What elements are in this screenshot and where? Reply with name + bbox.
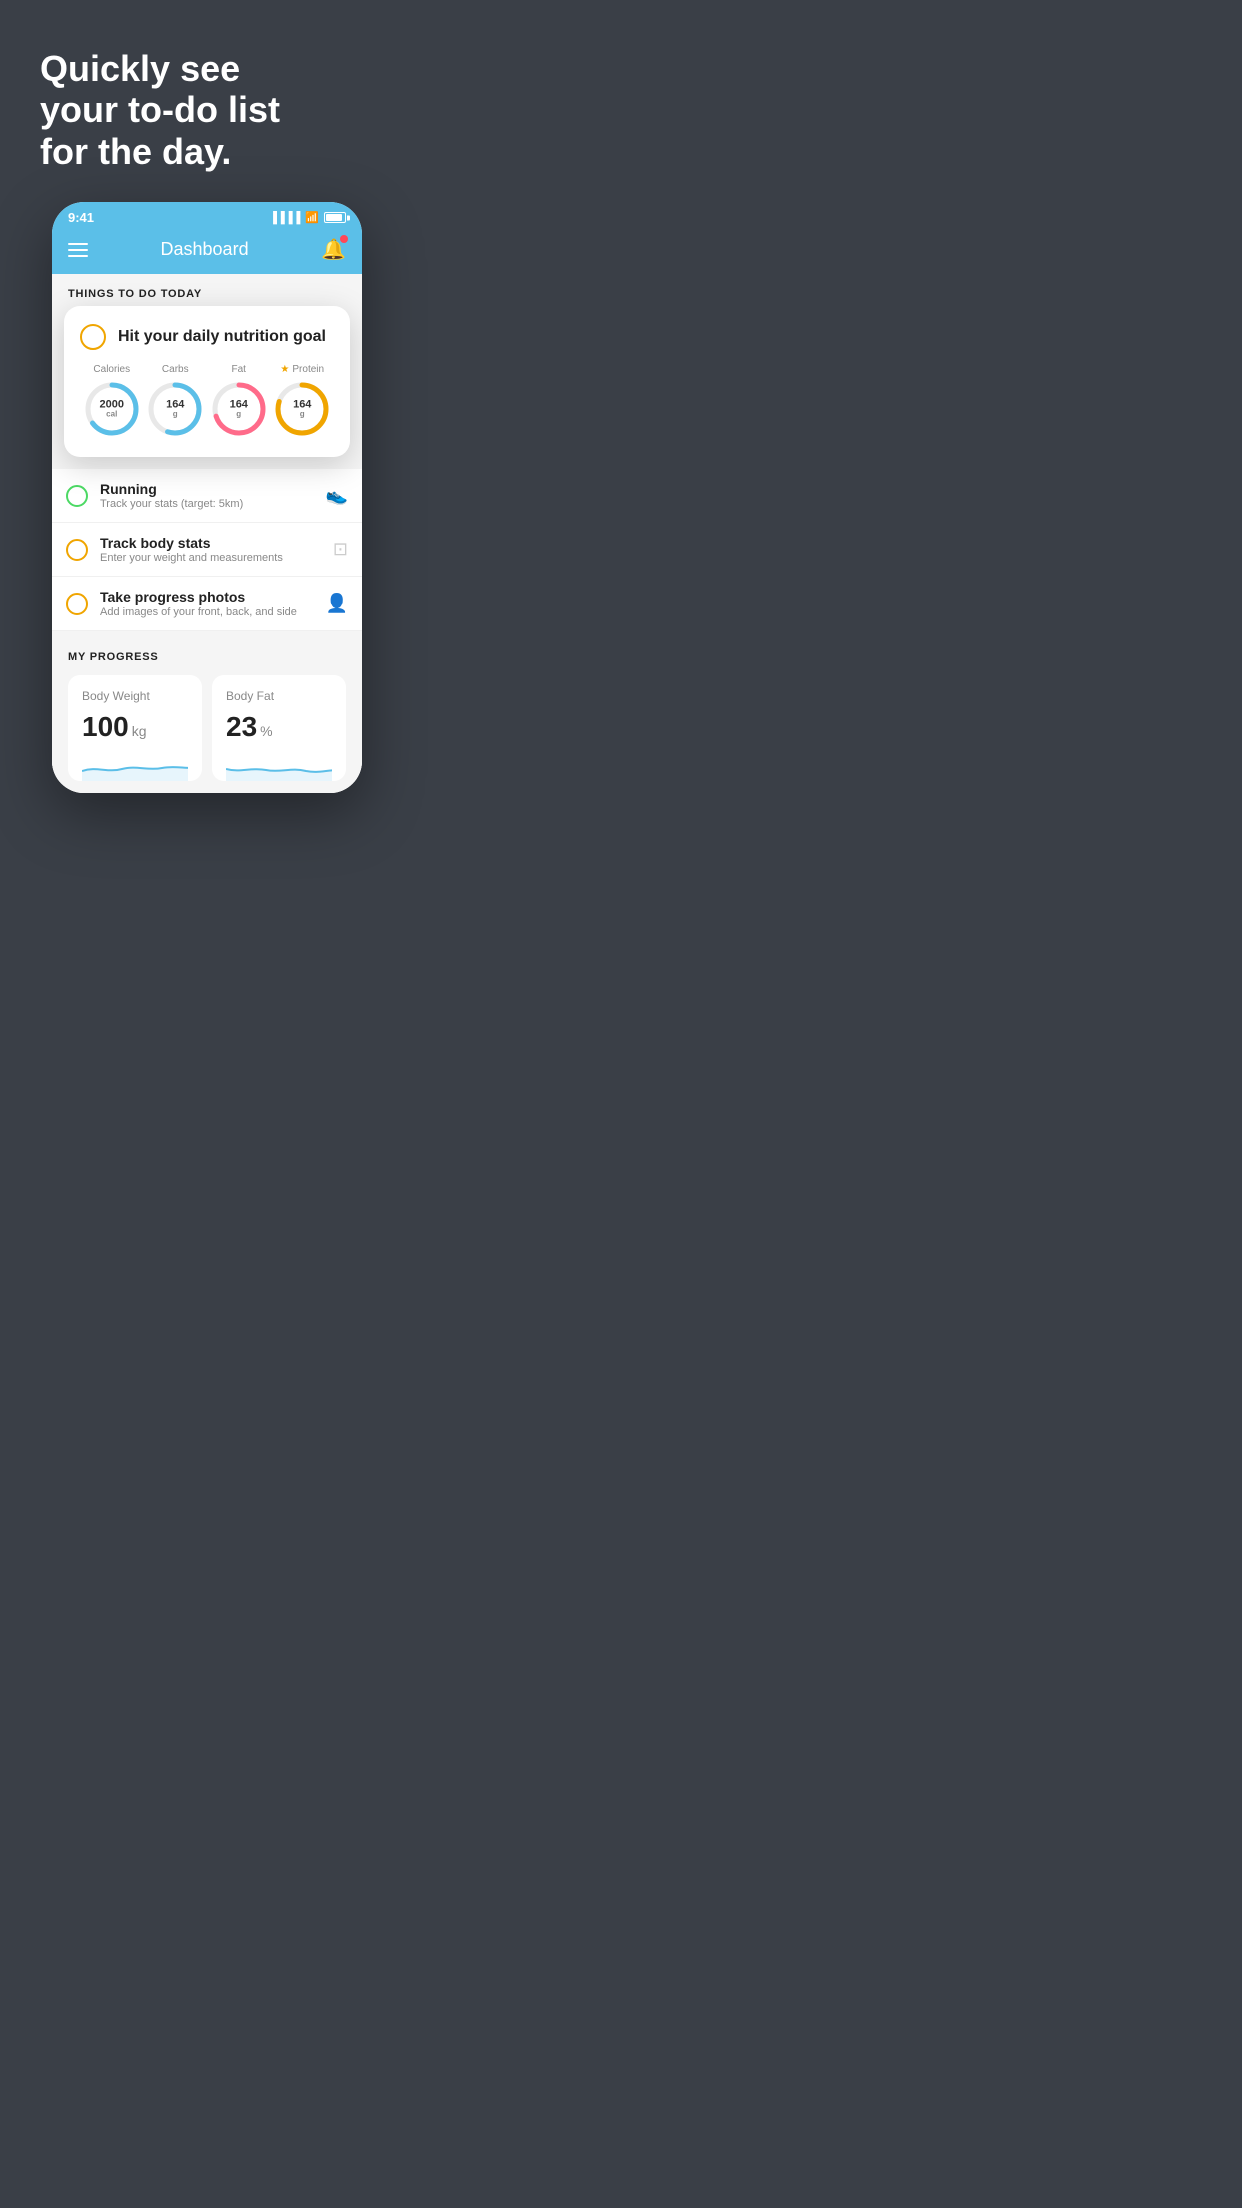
carbs-label: Carbs bbox=[162, 364, 189, 375]
body-weight-title: Body Weight bbox=[82, 689, 188, 703]
todo-item-photos[interactable]: Take progress photos Add images of your … bbox=[52, 577, 362, 631]
body-weight-card[interactable]: Body Weight 100kg bbox=[68, 675, 202, 781]
fat-label: Fat bbox=[232, 364, 246, 375]
menu-button[interactable] bbox=[68, 243, 88, 257]
notification-bell-button[interactable]: 🔔 bbox=[321, 237, 346, 262]
nutrition-fat: Fat 164 g bbox=[209, 364, 269, 439]
hero-text-section: Quickly see your to-do list for the day. bbox=[0, 0, 414, 202]
body-weight-value: 100kg bbox=[82, 711, 188, 743]
running-text: Running Track your stats (target: 5km) bbox=[100, 481, 314, 510]
protein-ring: 164 g bbox=[272, 379, 332, 439]
running-sub: Track your stats (target: 5km) bbox=[100, 498, 314, 510]
things-to-do-header: THINGS TO DO TODAY bbox=[52, 274, 362, 310]
nutrition-calories: Calories 2000 cal bbox=[82, 364, 142, 439]
calories-label: Calories bbox=[93, 364, 130, 375]
fat-ring: 164 g bbox=[209, 379, 269, 439]
app-content: THINGS TO DO TODAY Hit your daily nutrit… bbox=[52, 274, 362, 793]
calories-ring: 2000 cal bbox=[82, 379, 142, 439]
body-fat-value: 23% bbox=[226, 711, 332, 743]
body-fat-unit: % bbox=[260, 723, 272, 739]
notification-dot bbox=[340, 235, 348, 243]
body-stats-icon: ⊡ bbox=[333, 539, 348, 560]
body-stats-text: Track body stats Enter your weight and m… bbox=[100, 535, 321, 564]
status-bar: 9:41 ▐▐▐▐ 📶 bbox=[52, 202, 362, 229]
photos-sub: Add images of your front, back, and side bbox=[100, 606, 314, 618]
calories-value: 2000 cal bbox=[100, 399, 124, 420]
carbs-value: 164 g bbox=[166, 399, 184, 420]
body-fat-title: Body Fat bbox=[226, 689, 332, 703]
protein-label: ★ Protein bbox=[280, 364, 324, 375]
todo-item-body-stats[interactable]: Track body stats Enter your weight and m… bbox=[52, 523, 362, 577]
battery-icon bbox=[324, 212, 346, 223]
todo-item-running[interactable]: Running Track your stats (target: 5km) 👟 bbox=[52, 469, 362, 523]
body-stats-sub: Enter your weight and measurements bbox=[100, 552, 321, 564]
app-outer: Quickly see your to-do list for the day.… bbox=[0, 0, 414, 823]
photos-name: Take progress photos bbox=[100, 589, 314, 605]
photos-icon: 👤 bbox=[326, 593, 348, 614]
todo-list: Running Track your stats (target: 5km) 👟… bbox=[52, 469, 362, 631]
nutrition-card-title: Hit your daily nutrition goal bbox=[118, 328, 326, 346]
nutrition-carbs: Carbs 164 g bbox=[145, 364, 205, 439]
wifi-icon: 📶 bbox=[305, 211, 319, 224]
signal-icon: ▐▐▐▐ bbox=[269, 212, 300, 224]
body-weight-unit: kg bbox=[132, 723, 147, 739]
protein-star-icon: ★ bbox=[280, 364, 289, 375]
body-fat-card[interactable]: Body Fat 23% bbox=[212, 675, 346, 781]
nav-bar: Dashboard 🔔 bbox=[52, 229, 362, 274]
running-check-circle bbox=[66, 485, 88, 507]
running-name: Running bbox=[100, 481, 314, 497]
nutrition-circles-row: Calories 2000 cal bbox=[80, 364, 334, 439]
nutrition-check-circle[interactable] bbox=[80, 324, 106, 350]
nutrition-card-title-row: Hit your daily nutrition goal bbox=[80, 324, 334, 350]
progress-heading: MY PROGRESS bbox=[68, 651, 346, 663]
protein-value: 164 g bbox=[293, 399, 311, 420]
photos-check-circle bbox=[66, 593, 88, 615]
photos-text: Take progress photos Add images of your … bbox=[100, 589, 314, 618]
body-weight-chart bbox=[82, 751, 188, 781]
body-stats-check-circle bbox=[66, 539, 88, 561]
nutrition-card: Hit your daily nutrition goal Calories bbox=[64, 306, 350, 457]
progress-section: MY PROGRESS Body Weight 100kg bbox=[52, 631, 362, 793]
nav-title: Dashboard bbox=[161, 239, 249, 260]
body-stats-name: Track body stats bbox=[100, 535, 321, 551]
nutrition-protein: ★ Protein 164 g bbox=[272, 364, 332, 439]
carbs-ring: 164 g bbox=[145, 379, 205, 439]
progress-cards-row: Body Weight 100kg Body Fat bbox=[68, 675, 346, 781]
status-time: 9:41 bbox=[68, 210, 94, 225]
hero-heading: Quickly see your to-do list for the day. bbox=[40, 48, 374, 172]
fat-value: 164 g bbox=[230, 399, 248, 420]
phone-frame: 9:41 ▐▐▐▐ 📶 Dashboard 🔔 THINGS TO DO TOD… bbox=[52, 202, 362, 793]
status-icons: ▐▐▐▐ 📶 bbox=[269, 211, 346, 224]
body-fat-chart bbox=[226, 751, 332, 781]
running-icon: 👟 bbox=[326, 485, 348, 506]
